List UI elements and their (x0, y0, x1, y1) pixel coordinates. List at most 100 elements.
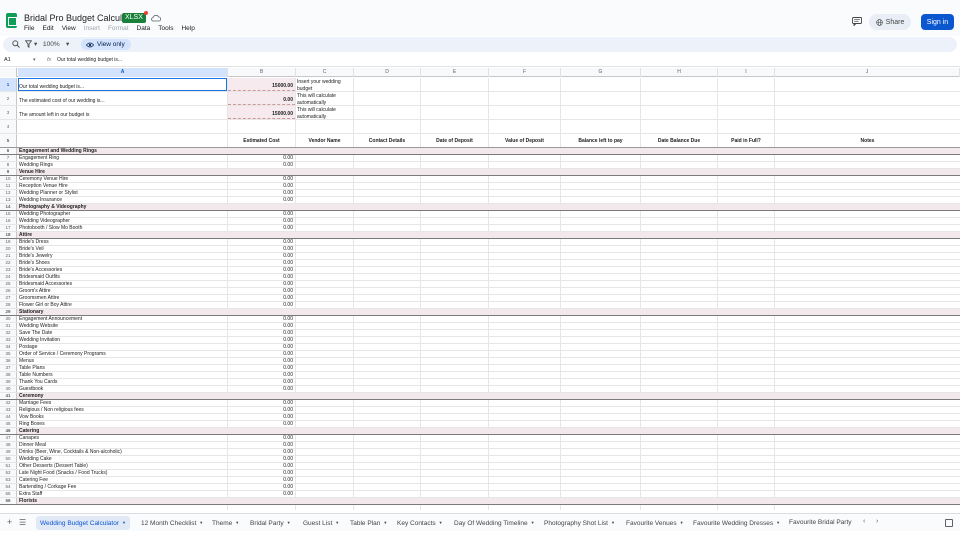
scroll-tabs-right-icon[interactable]: › (876, 518, 878, 525)
remaining-budget-note-cell[interactable]: This will calculate automatically (296, 106, 353, 120)
row-number[interactable]: 39 (0, 379, 17, 385)
section-title-cell[interactable]: Venue Hire (18, 169, 227, 175)
estimated-cost-cell[interactable]: 0.00 (228, 155, 295, 161)
section-title-cell[interactable]: Florists (18, 498, 227, 504)
menu-edit[interactable]: Edit (42, 25, 53, 32)
item-label-cell[interactable]: Reception Venue Hire (18, 183, 227, 189)
formula-input[interactable]: Our total wedding budget is... (57, 57, 122, 63)
item-label-cell[interactable]: Thank You Cards (18, 379, 227, 385)
add-sheet-icon[interactable]: + (7, 518, 12, 527)
estimated-cost-cell[interactable]: 0.00 (228, 218, 295, 224)
row-number[interactable]: 33 (0, 337, 17, 343)
spreadsheet-grid[interactable]: A B C D E F G H I J 1 Our total wedding … (0, 68, 960, 510)
section-title-cell[interactable]: Photography & Videography (18, 204, 227, 210)
scroll-tabs-left-icon[interactable]: ‹ (863, 518, 865, 525)
item-label-cell[interactable]: Engagement Ring (18, 155, 227, 161)
estimated-cost-cell[interactable]: 0.00 (228, 323, 295, 329)
estimated-cost-cell[interactable]: 0.00 (228, 379, 295, 385)
row-number[interactable]: 13 (0, 197, 17, 203)
estimated-cost-cell[interactable]: 0.00 (228, 239, 295, 245)
row-number[interactable]: 41 (0, 393, 17, 399)
sheet-tab-table-plan[interactable]: Table Plan ▼ (350, 516, 387, 530)
row-number[interactable]: 25 (0, 281, 17, 287)
estimated-cost-cell[interactable]: 0.00 (228, 274, 295, 280)
row-number[interactable]: 55 (0, 491, 17, 497)
row-number[interactable]: 21 (0, 253, 17, 259)
sheet-tab-wedding-budget-calculator[interactable]: Wedding Budget Calculator ▼ (36, 516, 130, 530)
item-label-cell[interactable]: Bride's Accessories (18, 267, 227, 273)
estimated-cost-cell[interactable]: 0.00 (228, 442, 295, 448)
item-label-cell[interactable]: Late Night Food (Snacks / Food Trucks) (18, 470, 227, 476)
column-header-c[interactable]: C (296, 68, 354, 77)
estimated-cost-cell[interactable]: 0.00 (228, 337, 295, 343)
total-budget-value-cell[interactable]: 15000.00 (228, 78, 295, 91)
row-number[interactable]: 48 (0, 442, 17, 448)
column-header-b[interactable]: B (228, 68, 296, 77)
item-label-cell[interactable]: Guestbook (18, 386, 227, 392)
all-sheets-menu-icon[interactable]: ☰ (19, 518, 26, 527)
row-number[interactable]: 44 (0, 414, 17, 420)
estimated-cost-cell[interactable]: 0.00 (228, 365, 295, 371)
header-estimated-cost[interactable]: Estimated Cost (228, 134, 295, 147)
cloud-status-icon[interactable] (151, 14, 161, 22)
row-number[interactable]: 38 (0, 372, 17, 378)
explore-icon[interactable] (945, 519, 953, 527)
zoom-dropdown-arrow-icon[interactable]: ▾ (66, 40, 69, 49)
item-label-cell[interactable]: Save The Date (18, 330, 227, 336)
item-label-cell[interactable]: Wedding Videographer (18, 218, 227, 224)
name-box[interactable]: A1 (4, 57, 11, 63)
row-number[interactable]: 14 (0, 204, 17, 210)
item-label-cell[interactable]: Vow Books (18, 414, 227, 420)
row-number[interactable]: 26 (0, 288, 17, 294)
item-label-cell[interactable]: Table Numbers (18, 372, 227, 378)
estimated-cost-cell[interactable]: 0.00 (228, 414, 295, 420)
item-label-cell[interactable]: Ceremony Venue Hire (18, 176, 227, 182)
column-header-f[interactable]: F (489, 68, 561, 77)
estimated-cost-cell[interactable]: 0.00 (228, 463, 295, 469)
estimated-cost-cell[interactable]: 0.00 (228, 260, 295, 266)
item-label-cell[interactable]: Table Plans (18, 365, 227, 371)
row-number[interactable]: 27 (0, 295, 17, 301)
row-number[interactable]: 7 (0, 155, 17, 161)
section-title-cell[interactable]: Engagement and Wedding Rings (18, 148, 227, 154)
estimated-cost-cell[interactable]: 0.00 (228, 400, 295, 406)
row-number[interactable]: 31 (0, 323, 17, 329)
estimated-cost-cell[interactable]: 0.00 (228, 470, 295, 476)
row-number[interactable]: 22 (0, 260, 17, 266)
column-header-a[interactable]: A (18, 68, 228, 77)
column-header-g[interactable]: G (561, 68, 641, 77)
row-number[interactable]: 5 (0, 134, 17, 147)
filter-dropdown-arrow-icon[interactable]: ▾ (34, 40, 37, 49)
estimated-cost-cell[interactable]: 0.00 (228, 211, 295, 217)
row-number[interactable]: 36 (0, 358, 17, 364)
item-label-cell[interactable]: Marriage Fees (18, 400, 227, 406)
row-number[interactable]: 8 (0, 162, 17, 168)
share-button[interactable]: Share (869, 14, 911, 30)
row-number[interactable]: 40 (0, 386, 17, 392)
estimated-cost-cell[interactable]: 0.00 (228, 288, 295, 294)
estimated-cost-cell[interactable]: 0.00 (228, 449, 295, 455)
estimated-cost-cell[interactable]: 0.00 (228, 477, 295, 483)
header-date-of-deposit[interactable]: Date of Deposit (421, 134, 488, 147)
document-title[interactable]: Bridal Pro Budget Calculator (24, 13, 138, 23)
item-label-cell[interactable]: Bridesmaid Accessories (18, 281, 227, 287)
estimated-cost-cell[interactable]: 0.00 (228, 267, 295, 273)
sheet-tab-guest-list[interactable]: Guest List ▼ (303, 516, 339, 530)
sheet-tab-favourite-wedding-dresses[interactable]: Favourite Wedding Dresses ▼ (693, 516, 780, 530)
sheet-tab-photography-shot-list[interactable]: Photography Shot List ▼ (544, 516, 615, 530)
sheet-tab-12-month-checklist[interactable]: 12 Month Checklist ▼ (141, 516, 203, 530)
estimated-cost-cell[interactable]: 0.00 (228, 176, 295, 182)
row-number[interactable]: 28 (0, 302, 17, 308)
search-menus-icon[interactable] (12, 40, 20, 48)
comments-icon[interactable] (852, 17, 862, 26)
column-header-h[interactable]: H (641, 68, 718, 77)
estimated-cost-cell[interactable]: 0.00 (228, 246, 295, 252)
select-all-corner[interactable] (0, 68, 17, 77)
menu-tools[interactable]: Tools (158, 25, 173, 32)
column-header-e[interactable]: E (421, 68, 489, 77)
row-number[interactable]: 32 (0, 330, 17, 336)
row-number[interactable]: 37 (0, 365, 17, 371)
row-number[interactable]: 46 (0, 428, 17, 434)
row-number[interactable]: 43 (0, 407, 17, 413)
row-number[interactable]: 3 (0, 106, 17, 119)
